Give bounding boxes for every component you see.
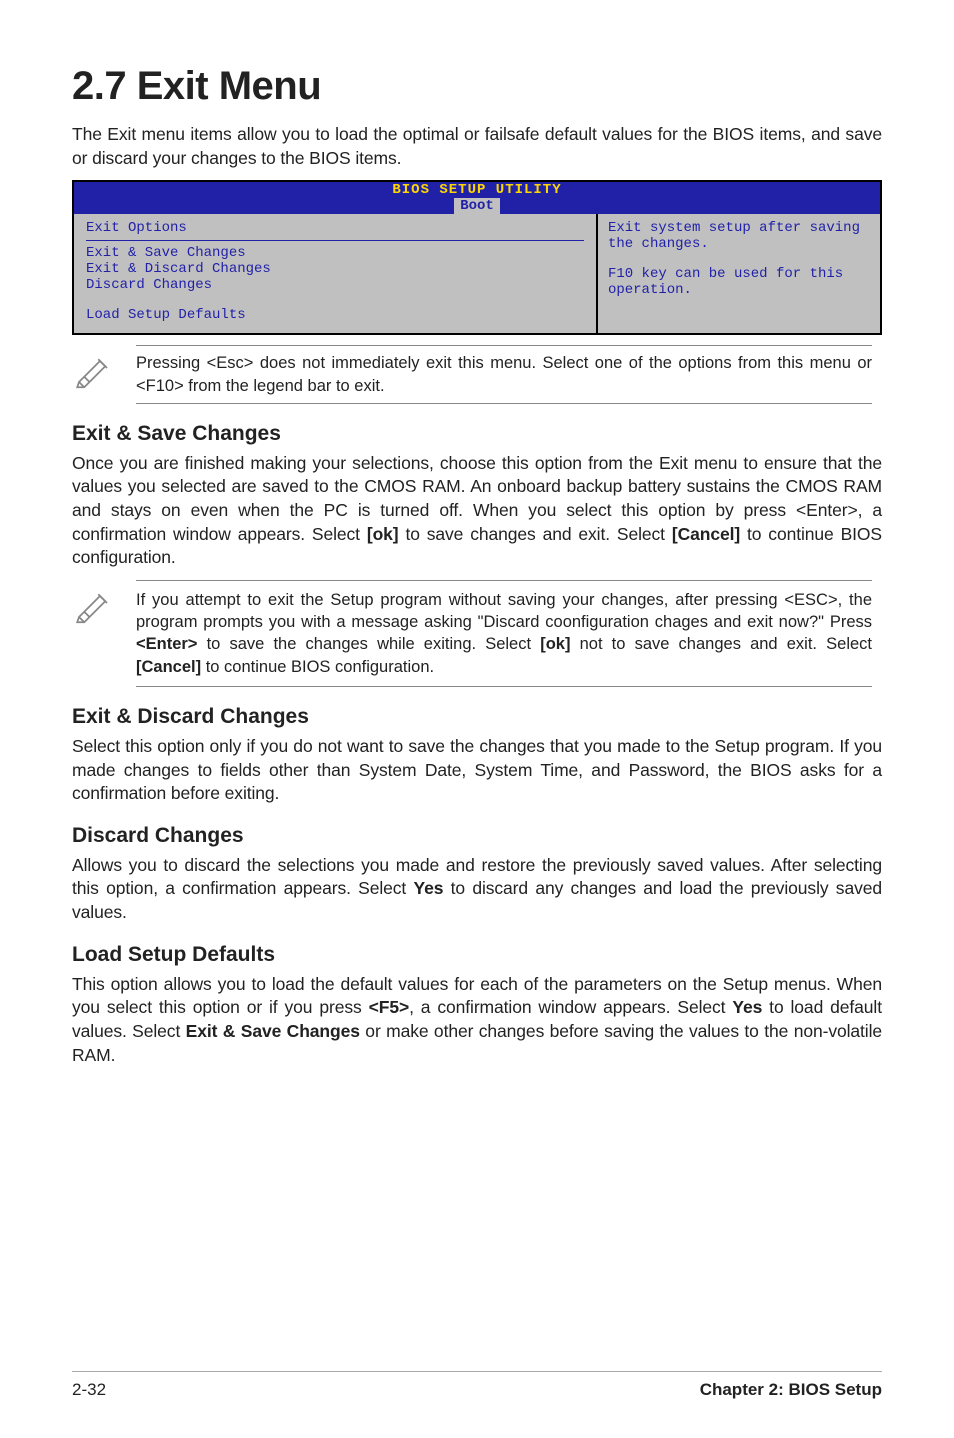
bios-header-title: BIOS SETUP UTILITY (74, 182, 880, 198)
bios-menu-item: Load Setup Defaults (86, 307, 584, 323)
bios-tab-boot: Boot (454, 198, 500, 214)
pencil-icon (72, 582, 114, 629)
section-heading: Exit & Save Changes (72, 422, 882, 446)
section-body: Once you are finished making your select… (72, 452, 882, 570)
section-heading: Discard Changes (72, 824, 882, 848)
page-title: 2.7 Exit Menu (72, 64, 882, 109)
note-text: Pressing <Esc> does not immediately exit… (136, 345, 872, 404)
bios-header: BIOS SETUP UTILITY Boot (74, 182, 880, 214)
bios-menu-item: Discard Changes (86, 277, 584, 293)
note-text: If you attempt to exit the Setup program… (136, 580, 872, 687)
section-body: This option allows you to load the defau… (72, 973, 882, 1068)
section-body: Allows you to discard the selections you… (72, 854, 882, 925)
bios-right-panel: Exit system setup after saving the chang… (598, 214, 880, 333)
section-heading: Load Setup Defaults (72, 943, 882, 967)
page-number: 2-32 (72, 1380, 106, 1400)
bios-help-text: Exit system setup after saving the chang… (608, 220, 870, 252)
bios-screenshot: BIOS SETUP UTILITY Boot Exit Options Exi… (72, 180, 882, 335)
bios-menu-item: Exit & Save Changes (86, 245, 584, 261)
page-footer: 2-32 Chapter 2: BIOS Setup (72, 1371, 882, 1400)
intro-paragraph: The Exit menu items allow you to load th… (72, 123, 882, 170)
bios-section-heading: Exit Options (86, 220, 584, 236)
bios-menu-item: Exit & Discard Changes (86, 261, 584, 277)
pencil-icon (72, 347, 114, 394)
bios-help-text: F10 key can be used for this operation. (608, 266, 870, 298)
note-block: If you attempt to exit the Setup program… (72, 580, 882, 687)
note-block: Pressing <Esc> does not immediately exit… (72, 345, 882, 404)
bios-left-panel: Exit Options Exit & Save Changes Exit & … (74, 214, 598, 333)
section-body: Select this option only if you do not wa… (72, 735, 882, 806)
chapter-label: Chapter 2: BIOS Setup (700, 1380, 882, 1400)
section-heading: Exit & Discard Changes (72, 705, 882, 729)
